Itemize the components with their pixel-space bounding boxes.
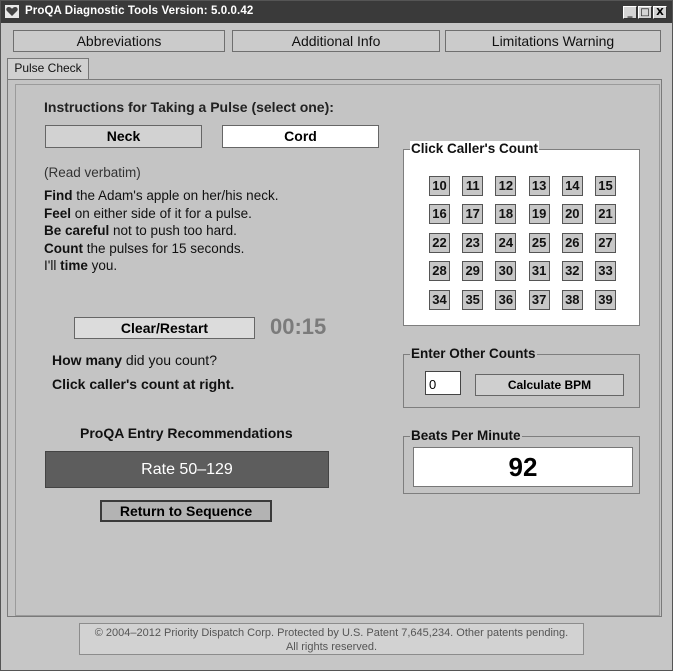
count-button-33[interactable]: 33 (595, 261, 616, 282)
return-to-sequence-button[interactable]: Return to Sequence (100, 500, 272, 522)
count-button-25[interactable]: 25 (528, 232, 550, 253)
instruction-lines: Find the Adam's apple on her/his neck. F… (44, 187, 278, 275)
limitations-warning-button[interactable]: Limitations Warning (445, 30, 661, 52)
count-button-21[interactable]: 21 (595, 204, 616, 225)
count-button-20[interactable]: 20 (561, 204, 583, 225)
other-count-input[interactable] (425, 371, 461, 395)
count-button-32[interactable]: 32 (561, 261, 583, 282)
instructions-title: Instructions for Taking a Pulse (select … (44, 99, 334, 115)
count-button-37[interactable]: 37 (528, 289, 550, 310)
instruction-line: Count the pulses for 15 seconds. (44, 240, 245, 256)
countdown-timer: 00:15 (270, 314, 327, 339)
bpm-group: Beats Per Minute 92 (403, 428, 640, 494)
count-button-19[interactable]: 19 (528, 204, 550, 225)
instruction-line: Feel on either side of it for a pulse. (44, 205, 252, 221)
count-button-24[interactable]: 24 (495, 232, 517, 253)
count-button-17[interactable]: 17 (462, 204, 484, 225)
count-button-29[interactable]: 29 (462, 261, 484, 282)
neck-option-button[interactable]: Neck (45, 125, 202, 148)
clear-restart-button[interactable]: Clear/Restart (74, 317, 255, 339)
cord-option-button[interactable]: Cord (222, 125, 379, 148)
window-title: ProQA Diagnostic Tools Version: 5.0.0.42 (25, 5, 254, 17)
copyright-footer: © 2004–2012 Priority Dispatch Corp. Prot… (79, 623, 584, 655)
app-window: ProQA Diagnostic Tools Version: 5.0.0.42… (0, 0, 673, 671)
minimize-button[interactable]: _ (623, 6, 637, 19)
copyright-line: © 2004–2012 Priority Dispatch Corp. Prot… (94, 627, 569, 639)
bpm-title: Beats Per Minute (410, 428, 522, 444)
count-button-35[interactable]: 35 (462, 289, 484, 310)
title-bar[interactable]: ProQA Diagnostic Tools Version: 5.0.0.42… (1, 1, 672, 23)
callers-count-group: Click Caller's Count 10 11 12 13 14 15 16 17 18 1… (403, 141, 640, 326)
count-button-26[interactable]: 26 (561, 232, 583, 253)
tab-pulse-check[interactable]: Pulse Check (7, 58, 89, 79)
count-button-12[interactable]: 12 (495, 176, 517, 196)
count-button-27[interactable]: 27 (595, 232, 616, 253)
other-counts-group: Enter Other Counts Calculate BPM (403, 346, 640, 408)
bpm-value: 92 (413, 447, 633, 487)
count-button-11[interactable]: 11 (462, 176, 484, 196)
instruction-line: Be careful not to push too hard. (44, 223, 237, 238)
count-button-38[interactable]: 38 (561, 289, 583, 310)
count-button-30[interactable]: 30 (495, 261, 517, 282)
count-button-16[interactable]: 16 (429, 204, 450, 225)
count-prompt: Click caller's count at right. (52, 376, 235, 392)
count-button-15[interactable]: 15 (595, 176, 616, 196)
count-button-22[interactable]: 22 (429, 232, 450, 253)
close-button[interactable]: X (653, 6, 667, 19)
count-button-13[interactable]: 13 (528, 176, 550, 196)
heart-shield-icon (5, 5, 19, 18)
abbreviations-button[interactable]: Abbreviations (13, 30, 225, 52)
maximize-button[interactable]: □ (638, 6, 652, 19)
count-button-36[interactable]: 36 (495, 289, 517, 310)
recommendations-title: ProQA Entry Recommendations (80, 425, 293, 441)
rate-recommendation[interactable]: Rate 50–129 (45, 451, 329, 488)
count-button-10[interactable]: 10 (429, 176, 450, 196)
callers-count-title: Click Caller's Count (410, 141, 539, 157)
count-question: How many did you count? (52, 352, 217, 368)
count-button-18[interactable]: 18 (495, 204, 517, 225)
rights-line: All rights reserved. (285, 641, 378, 653)
additional-info-button[interactable]: Additional Info (232, 30, 440, 52)
calculate-bpm-button[interactable]: Calculate BPM (475, 374, 624, 396)
count-button-28[interactable]: 28 (429, 261, 450, 282)
read-verbatim-note: (Read verbatim) (44, 165, 141, 180)
other-counts-title: Enter Other Counts (410, 346, 537, 362)
count-button-14[interactable]: 14 (561, 176, 583, 196)
count-button-31[interactable]: 31 (528, 261, 550, 282)
count-button-34[interactable]: 34 (429, 289, 450, 310)
instruction-line: I'll time you. (44, 258, 118, 273)
count-button-23[interactable]: 23 (462, 232, 484, 253)
count-button-39[interactable]: 39 (595, 289, 616, 310)
instruction-line: Find the Adam's apple on her/his neck. (44, 188, 279, 203)
